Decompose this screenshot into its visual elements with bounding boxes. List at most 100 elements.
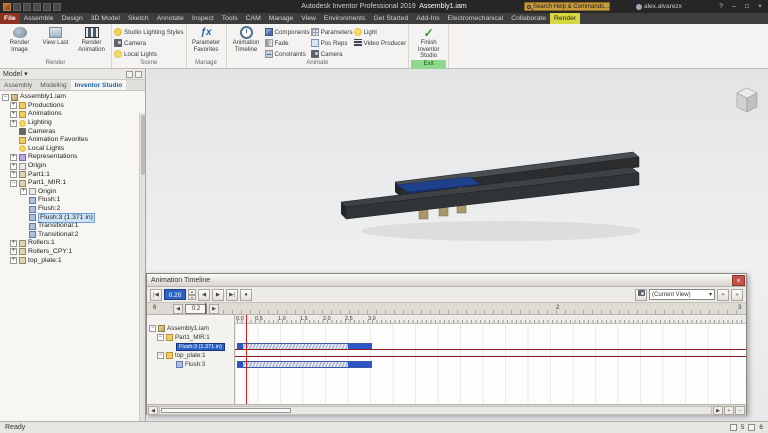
play-backward-button[interactable]: ◀ xyxy=(198,289,210,301)
open-icon[interactable] xyxy=(23,3,31,11)
local-lights-button[interactable]: Local Lights xyxy=(114,49,184,59)
zoom-in-button[interactable]: + xyxy=(724,406,734,415)
playhead-marker[interactable] xyxy=(205,303,206,314)
selected-action-label[interactable]: Flush:3 (1.371 in) xyxy=(176,343,225,351)
expand-icon[interactable] xyxy=(20,188,27,195)
tree-item-transitional2[interactable]: Transitional:2 xyxy=(0,231,145,240)
render-animation-button[interactable]: Render Animation xyxy=(74,25,109,53)
tab-render[interactable]: Render xyxy=(550,13,580,24)
scrollbar-thumb[interactable] xyxy=(161,408,291,413)
render-image-button[interactable]: Render Image xyxy=(2,25,37,53)
expand-icon[interactable] xyxy=(10,171,17,178)
camera-options-button[interactable] xyxy=(635,289,647,301)
bar-end-cap[interactable] xyxy=(366,362,371,367)
tree-item-animation-favorites[interactable]: Animation Favorites xyxy=(0,136,145,145)
add-camera-button[interactable]: + xyxy=(717,289,729,301)
zoom-out-button[interactable]: − xyxy=(735,406,745,415)
timeline-tree-item-assembly1[interactable]: Assembly1.iam xyxy=(147,324,234,333)
animate-camera-button[interactable]: Camera xyxy=(311,49,353,59)
expand-icon[interactable] xyxy=(10,248,17,255)
tab-manage[interactable]: Manage xyxy=(265,13,298,24)
studio-lighting-styles-button[interactable]: Studio Lighting Styles xyxy=(114,27,184,37)
timeline-title-bar[interactable]: Animation Timeline × xyxy=(147,274,746,287)
pos-reps-button[interactable]: Pos Reps xyxy=(311,38,353,48)
spin-down-icon[interactable]: ▼ xyxy=(188,295,196,301)
undo-icon[interactable] xyxy=(43,3,51,11)
help-button[interactable]: ? xyxy=(715,1,727,12)
tree-item-rollers[interactable]: Rollers:1 xyxy=(0,239,145,248)
scrollbar-track[interactable] xyxy=(159,406,712,415)
constraints-button[interactable]: Constraints xyxy=(265,49,310,59)
tree-item-representations[interactable]: Representations xyxy=(0,153,145,162)
timeline-overview-ruler[interactable]: 6 ◀ 0.2 ▶ 2 3 xyxy=(147,303,746,315)
scroll-right-button[interactable]: ▶ xyxy=(713,406,723,415)
tab-add-ins[interactable]: Add-Ins xyxy=(412,13,443,24)
tree-item-top-plate[interactable]: top_plate:1 xyxy=(0,256,145,265)
tree-item-assembly1[interactable]: Assembly1.iam xyxy=(0,93,145,102)
browser-tab-inventor-studio[interactable]: Inventor Studio xyxy=(71,80,127,90)
tab-tools[interactable]: Tools xyxy=(218,13,242,24)
collapse-icon[interactable] xyxy=(149,325,156,332)
browser-scrollbar[interactable] xyxy=(139,113,145,421)
view-last-button[interactable]: View Last xyxy=(38,25,73,47)
collapse-icon[interactable] xyxy=(157,334,164,341)
browser-pin-icon[interactable] xyxy=(135,71,142,78)
tab-view[interactable]: View xyxy=(297,13,320,24)
scroll-left-button[interactable]: ◀ xyxy=(148,406,158,415)
tab-design[interactable]: Design xyxy=(58,13,87,24)
timeline-tree-item-part1-mir[interactable]: Part1_MIR:1 xyxy=(147,333,234,342)
record-button[interactable]: ● xyxy=(240,289,252,301)
tab-environments[interactable]: Environments xyxy=(320,13,370,24)
tree-item-productions[interactable]: Productions xyxy=(0,102,145,111)
tab-3d-model[interactable]: 3D Model xyxy=(87,13,124,24)
playhead-line[interactable] xyxy=(246,315,247,404)
collapse-icon[interactable] xyxy=(10,180,17,187)
expand-icon[interactable] xyxy=(10,154,17,161)
tree-item-rollers-cpy[interactable]: Rollers_CPY:1 xyxy=(0,248,145,257)
close-button[interactable]: × xyxy=(754,1,766,12)
current-time-input[interactable]: 0.20 xyxy=(164,289,186,300)
tab-electromechanical[interactable]: Electromechanical xyxy=(444,13,508,24)
timeline-tree-item-flush3-selected[interactable]: Flush:3 (1.371 in) xyxy=(147,342,234,351)
browser-menu-dropdown-icon[interactable]: ▾ xyxy=(24,70,28,78)
browser-tab-modeling[interactable]: Modeling xyxy=(36,80,70,90)
tree-item-part1-mir-origin[interactable]: Origin xyxy=(0,188,145,197)
play-button[interactable]: ▶ xyxy=(212,289,224,301)
tree-item-origin[interactable]: Origin xyxy=(0,162,145,171)
save-icon[interactable] xyxy=(33,3,41,11)
tree-item-flush1[interactable]: Flush:1 xyxy=(0,196,145,205)
animation-action-bar[interactable] xyxy=(237,361,372,368)
expand-icon[interactable] xyxy=(10,240,17,247)
expand-icon[interactable] xyxy=(10,257,17,264)
collapse-icon[interactable] xyxy=(2,94,9,101)
tab-collaborate[interactable]: Collaborate xyxy=(507,13,550,24)
animate-light-button[interactable]: Light xyxy=(354,27,407,37)
browser-filter-icon[interactable] xyxy=(126,71,133,78)
video-producer-button[interactable]: Video Producer xyxy=(354,38,407,48)
tree-item-lighting[interactable]: Lighting xyxy=(0,119,145,128)
browser-tab-assembly[interactable]: Assembly xyxy=(0,80,36,90)
timeline-tree-item-top-plate[interactable]: top_plate:1 xyxy=(147,351,234,360)
minimize-button[interactable]: – xyxy=(728,1,740,12)
go-to-end-button[interactable]: ▶| xyxy=(226,289,238,301)
animation-timeline-button[interactable]: Animation Timeline xyxy=(229,25,264,53)
components-button[interactable]: Components xyxy=(265,27,310,37)
expand-icon[interactable] xyxy=(10,163,17,170)
collapse-icon[interactable] xyxy=(157,352,164,359)
finish-inventor-studio-button[interactable]: ✓ Finish Inventor Studio xyxy=(411,25,446,60)
tree-item-animations[interactable]: Animations xyxy=(0,110,145,119)
tab-get-started[interactable]: Get Started xyxy=(369,13,412,24)
parameter-favorites-button[interactable]: ƒx Parameter Favorites xyxy=(189,25,224,53)
tab-file[interactable]: File xyxy=(0,13,20,24)
timeline-tree-item-flush3[interactable]: Flush:3 xyxy=(147,360,234,369)
view-cube[interactable] xyxy=(732,85,762,115)
ruler-scroll-left-button[interactable]: ◀ xyxy=(173,304,183,314)
camera-view-select[interactable]: (Current View) ▾ xyxy=(649,289,715,300)
new-file-icon[interactable] xyxy=(13,3,21,11)
scene-camera-button[interactable]: Camera xyxy=(114,38,184,48)
user-account[interactable]: alex.alvarezx xyxy=(636,3,682,10)
bar-start-cap[interactable] xyxy=(238,362,243,367)
timeline-track-area[interactable]: 0.0 0.5 1.0 1.5 2.0 2.5 3.0 xyxy=(235,315,746,404)
search-input[interactable]: Search Help & Commands... xyxy=(524,2,610,11)
tab-sketch[interactable]: Sketch xyxy=(124,13,153,24)
